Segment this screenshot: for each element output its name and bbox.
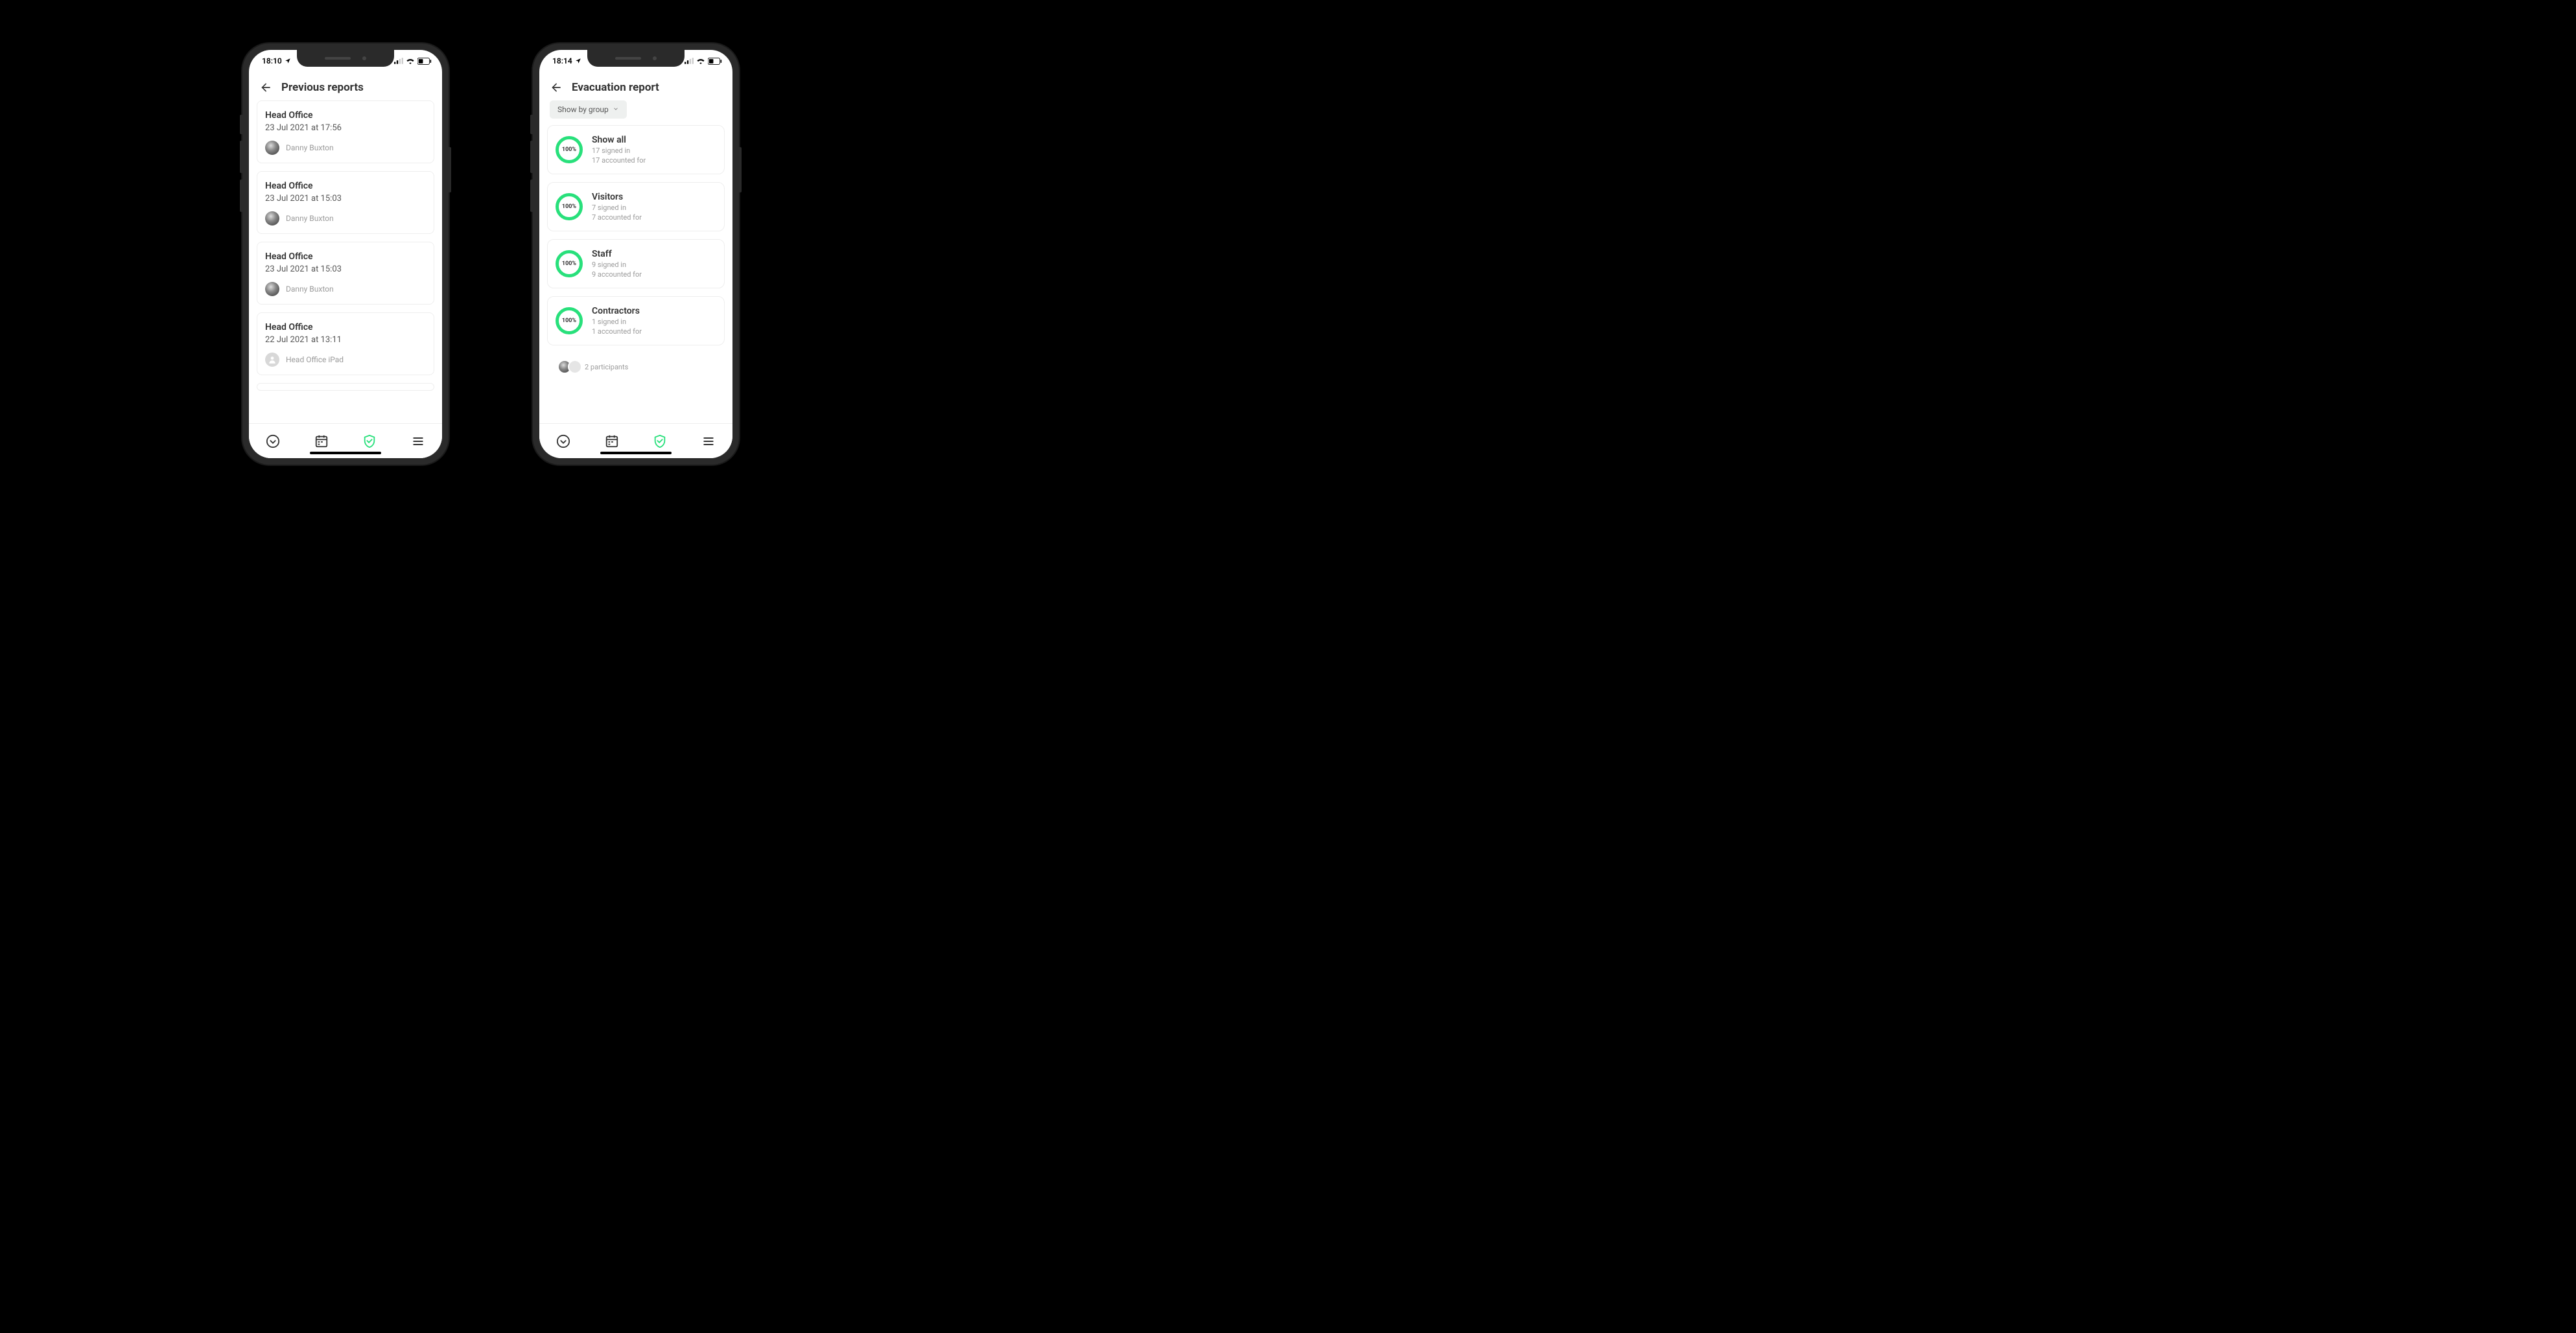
- status-time: 18:14: [552, 56, 572, 65]
- notch: [297, 50, 394, 67]
- power-button: [739, 147, 742, 192]
- battery-icon: [708, 58, 722, 65]
- group-signed-in: 7 signed in: [592, 203, 642, 212]
- avatar: [265, 141, 279, 155]
- group-title: Visitors: [592, 192, 642, 202]
- chevron-down-icon: [613, 105, 619, 114]
- avatar: [265, 211, 279, 226]
- status-time: 18:10: [262, 56, 282, 65]
- avatar: [265, 353, 279, 367]
- report-card[interactable]: Head Office 22 Jul 2021 at 13:11 Head Of…: [257, 312, 434, 375]
- group-title: Contractors: [592, 306, 642, 316]
- location-icon: [285, 58, 291, 64]
- report-location: Head Office: [265, 181, 426, 191]
- report-datetime: 23 Jul 2021 at 15:03: [265, 194, 426, 203]
- page-header: Previous reports: [249, 72, 442, 100]
- tab-safety[interactable]: [647, 428, 673, 454]
- signal-icon: [685, 58, 694, 64]
- page-title: Previous reports: [281, 81, 364, 94]
- tab-activity[interactable]: [550, 428, 576, 454]
- wifi-icon: [406, 58, 415, 64]
- percent-ring: 100%: [556, 136, 583, 163]
- group-show-all[interactable]: 100% Show all 17 signed in 17 accounted …: [547, 125, 725, 174]
- group-signed-in: 1 signed in: [592, 318, 642, 326]
- group-accounted: 1 accounted for: [592, 327, 642, 336]
- report-author: Danny Buxton: [286, 284, 334, 294]
- page-title: Evacuation report: [572, 81, 659, 94]
- group-accounted: 9 accounted for: [592, 270, 642, 279]
- group-accounted: 7 accounted for: [592, 213, 642, 222]
- report-location: Head Office: [265, 251, 426, 262]
- back-button[interactable]: [550, 81, 563, 94]
- group-signed-in: 17 signed in: [592, 146, 646, 155]
- reports-list[interactable]: Head Office 23 Jul 2021 at 17:56 Danny B…: [249, 100, 442, 423]
- report-author: Danny Buxton: [286, 214, 334, 223]
- phone-evacuation-report: 18:14 Evacuation report: [533, 43, 739, 465]
- signal-icon: [394, 58, 403, 64]
- group-staff[interactable]: 100% Staff 9 signed in 9 accounted for: [547, 239, 725, 288]
- tab-calendar[interactable]: [599, 428, 625, 454]
- power-button: [449, 147, 451, 192]
- report-location: Head Office: [265, 322, 426, 332]
- groups-list[interactable]: 100% Show all 17 signed in 17 accounted …: [539, 125, 732, 423]
- group-accounted: 17 accounted for: [592, 156, 646, 165]
- group-signed-in: 9 signed in: [592, 261, 642, 269]
- phone-previous-reports: 18:10 Previous reports: [242, 43, 449, 465]
- avatar: [568, 360, 582, 374]
- report-author: Danny Buxton: [286, 143, 334, 152]
- report-datetime: 23 Jul 2021 at 15:03: [265, 264, 426, 274]
- back-button[interactable]: [259, 81, 272, 94]
- participants-label: 2 participants: [585, 363, 628, 371]
- wifi-icon: [696, 58, 705, 64]
- report-author: Head Office iPad: [286, 355, 344, 364]
- location-icon: [575, 58, 581, 64]
- tab-activity[interactable]: [260, 428, 286, 454]
- group-contractors[interactable]: 100% Contractors 1 signed in 1 accounted…: [547, 296, 725, 345]
- report-datetime: 22 Jul 2021 at 13:11: [265, 335, 426, 345]
- percent-ring: 100%: [556, 250, 583, 277]
- battery-icon: [417, 58, 432, 65]
- home-indicator[interactable]: [600, 452, 672, 454]
- home-indicator[interactable]: [310, 452, 381, 454]
- page-header: Evacuation report: [539, 72, 732, 100]
- group-title: Staff: [592, 249, 642, 259]
- percent-ring: 100%: [556, 193, 583, 220]
- notch: [587, 50, 685, 67]
- filter-label: Show by group: [557, 105, 609, 114]
- group-visitors[interactable]: 100% Visitors 7 signed in 7 accounted fo…: [547, 182, 725, 231]
- report-location: Head Office: [265, 110, 426, 121]
- report-card[interactable]: Head Office 23 Jul 2021 at 15:03 Danny B…: [257, 242, 434, 305]
- participant-avatars: [557, 360, 578, 374]
- tab-menu[interactable]: [405, 428, 431, 454]
- screen: 18:10 Previous reports: [249, 50, 442, 458]
- report-card[interactable]: Head Office 23 Jul 2021 at 17:56 Danny B…: [257, 100, 434, 163]
- percent-ring: 100%: [556, 307, 583, 334]
- tab-calendar[interactable]: [309, 428, 334, 454]
- group-title: Show all: [592, 135, 646, 145]
- filter-dropdown[interactable]: Show by group: [550, 100, 627, 119]
- tab-menu[interactable]: [696, 428, 721, 454]
- screen: 18:14 Evacuation report: [539, 50, 732, 458]
- tab-safety[interactable]: [357, 428, 382, 454]
- report-datetime: 23 Jul 2021 at 17:56: [265, 123, 426, 133]
- report-card[interactable]: [257, 383, 434, 391]
- participants-row[interactable]: 2 participants: [547, 353, 725, 374]
- avatar: [265, 282, 279, 296]
- report-card[interactable]: Head Office 23 Jul 2021 at 15:03 Danny B…: [257, 171, 434, 234]
